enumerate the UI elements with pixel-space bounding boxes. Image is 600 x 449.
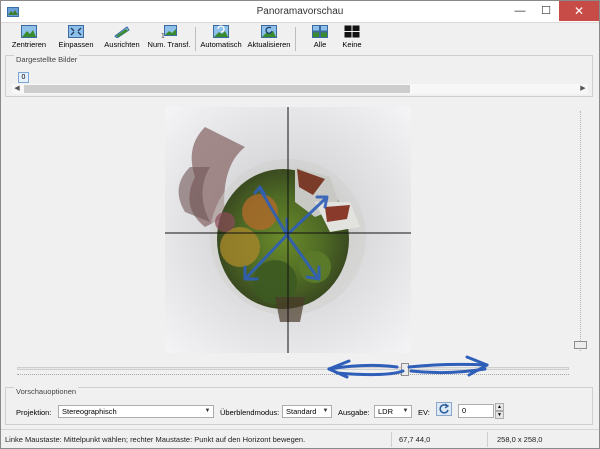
- show-all-button[interactable]: Alle: [305, 25, 335, 53]
- chevron-down-icon[interactable]: ▼: [202, 406, 213, 417]
- projection-value: Stereographisch: [62, 407, 117, 416]
- show-none-label: Keine: [342, 40, 362, 49]
- vertical-fov-slider[interactable]: [574, 111, 587, 351]
- toolbar: Zentrieren Einpassen Ausrichten 1 Num. T…: [1, 23, 599, 55]
- ev-decrement-icon[interactable]: ▼: [495, 411, 504, 419]
- fit-button[interactable]: Einpassen: [55, 25, 97, 53]
- numeric-transform-label: Num. Transf.: [147, 40, 191, 49]
- projection-label: Projektion:: [16, 408, 52, 417]
- refresh-label: Aktualisieren: [247, 40, 291, 49]
- image-toggle-0[interactable]: 0: [18, 72, 29, 83]
- horizontal-fov-slider-handle[interactable]: [401, 363, 409, 376]
- straighten-button[interactable]: Ausrichten: [101, 25, 143, 53]
- center-button[interactable]: Zentrieren: [7, 25, 51, 53]
- displayed-images-legend: Dargestellte Bilder: [14, 55, 80, 64]
- fit-label: Einpassen: [58, 40, 94, 49]
- straighten-label: Ausrichten: [104, 40, 140, 49]
- svg-text:1: 1: [161, 33, 165, 39]
- show-all-label: Alle: [313, 40, 327, 49]
- chevron-down-icon[interactable]: ▼: [320, 406, 331, 417]
- ev-label: EV:: [418, 408, 430, 417]
- status-field-of-view: 258,0 x 258,0: [497, 435, 543, 444]
- refresh-button[interactable]: Aktualisieren: [245, 25, 293, 53]
- scroll-right-arrow-icon[interactable]: ▶: [578, 84, 588, 94]
- status-coordinates: 67,7 44,0: [399, 435, 431, 444]
- ev-increment-icon[interactable]: ▲: [495, 403, 504, 411]
- auto-update-label: Automatisch: [200, 40, 242, 49]
- horizontal-slider-ticks: [17, 374, 569, 378]
- exposure-reset-button[interactable]: [436, 402, 452, 416]
- output-label: Ausgabe:: [338, 408, 370, 417]
- status-bar: Linke Maustaste: Mittelpunkt wählen; rec…: [1, 429, 599, 448]
- show-no-images-icon: [344, 25, 360, 38]
- close-button[interactable]: ✕: [559, 1, 599, 21]
- straighten-icon: [114, 26, 130, 38]
- title-bar: Panoramavorschau — ☐ ✕: [1, 1, 599, 23]
- vertical-fov-slider-handle[interactable]: [574, 341, 587, 349]
- horizontal-fov-slider[interactable]: [17, 363, 569, 379]
- status-separator: [487, 432, 488, 447]
- numeric-transform-button[interactable]: 1 Num. Transf.: [145, 25, 193, 53]
- auto-update-icon: [213, 25, 229, 38]
- center-label: Zentrieren: [11, 40, 47, 49]
- minimize-button[interactable]: —: [507, 1, 533, 21]
- horizontal-slider-groove: [17, 367, 569, 370]
- output-value: LDR: [378, 407, 394, 416]
- panorama-preview-image[interactable]: [165, 107, 411, 353]
- projection-select[interactable]: Stereographisch ▼: [58, 405, 214, 418]
- center-icon: [21, 25, 37, 38]
- ev-stepper[interactable]: ▲ ▼: [495, 403, 504, 419]
- blend-mode-select[interactable]: Standard ▼: [282, 405, 332, 418]
- toolbar-separator: [195, 27, 196, 51]
- preview-options-panel: Vorschauoptionen Projektion: Stereograph…: [5, 387, 593, 425]
- scrollbar-thumb[interactable]: [24, 85, 410, 93]
- chevron-down-icon[interactable]: ▼: [400, 406, 411, 417]
- show-all-images-icon: [312, 25, 328, 38]
- toolbar-separator: [295, 27, 296, 51]
- numeric-transform-icon: 1: [161, 25, 177, 38]
- preview-options-legend: Vorschauoptionen: [14, 387, 79, 396]
- blend-mode-label: Überblendmodus:: [220, 408, 280, 417]
- images-scrollbar[interactable]: ◀ ▶: [12, 84, 588, 94]
- exposure-refresh-icon: [439, 403, 450, 414]
- maximize-button[interactable]: ☐: [533, 1, 559, 21]
- displayed-images-panel: Dargestellte Bilder 0 ◀ ▶: [5, 55, 593, 97]
- preview-area[interactable]: [7, 101, 593, 381]
- refresh-icon: [261, 25, 277, 38]
- ev-input[interactable]: 0: [458, 404, 494, 418]
- show-none-button[interactable]: Keine: [337, 25, 367, 53]
- status-hint: Linke Maustaste: Mittelpunkt wählen; rec…: [5, 435, 306, 444]
- blend-mode-value: Standard: [286, 407, 317, 416]
- auto-update-button[interactable]: Automatisch: [199, 25, 243, 53]
- status-separator: [391, 432, 392, 447]
- panorama-preview-window: Panoramavorschau — ☐ ✕ Zentrieren Einpas…: [0, 0, 600, 449]
- scroll-left-arrow-icon[interactable]: ◀: [12, 84, 22, 94]
- output-select[interactable]: LDR ▼: [374, 405, 412, 418]
- fit-icon: [68, 25, 84, 38]
